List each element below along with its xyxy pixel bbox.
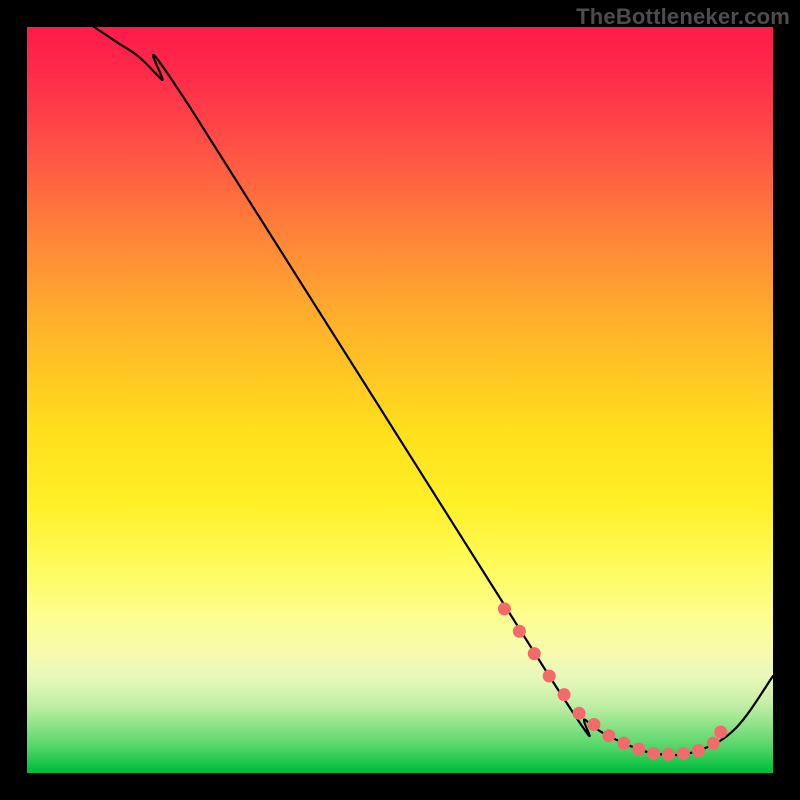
highlight-dot [714, 725, 727, 738]
highlight-dot [498, 602, 511, 615]
highlight-dot [692, 744, 705, 757]
bottleneck-curve [94, 27, 773, 755]
highlight-dot [632, 743, 645, 756]
highlight-dot [587, 718, 600, 731]
chart-frame: TheBottleneker.com [0, 0, 800, 800]
highlight-dot [528, 647, 541, 660]
highlight-dots [498, 602, 727, 760]
curve-layer [27, 27, 773, 773]
highlight-dot [677, 747, 690, 760]
highlight-dot [602, 729, 615, 742]
highlight-dot [707, 737, 720, 750]
highlight-dot [647, 747, 660, 760]
highlight-dot [573, 707, 586, 720]
highlight-dot [662, 748, 675, 761]
highlight-dot [513, 625, 526, 638]
watermark-text: TheBottleneker.com [576, 4, 790, 30]
highlight-dot [543, 670, 556, 683]
plot-area [27, 27, 773, 773]
highlight-dot [558, 688, 571, 701]
highlight-dot [617, 737, 630, 750]
